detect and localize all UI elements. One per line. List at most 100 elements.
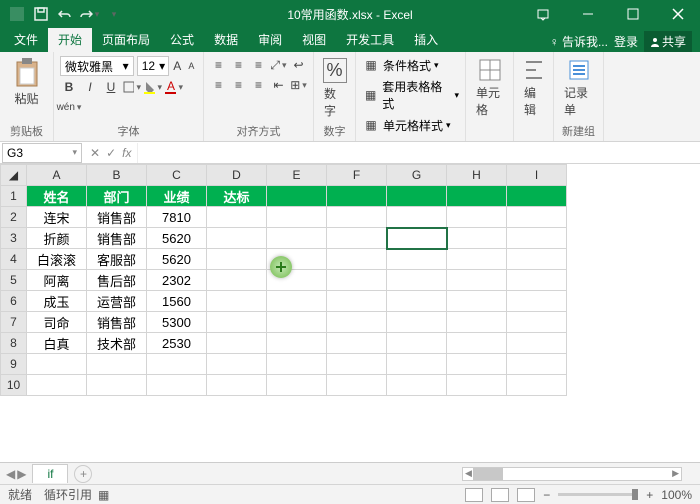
ribbon-options-icon[interactable] <box>520 0 565 28</box>
cells-icon <box>478 58 502 82</box>
minimize-button[interactable] <box>565 0 610 28</box>
row-header[interactable]: 3 <box>1 228 27 249</box>
cells-button[interactable]: 单元格 <box>472 56 507 120</box>
worksheet-grid[interactable]: ◢ ABCDEFGHI 1姓名部门业绩达标 2连宋销售部7810 3折颜销售部5… <box>0 164 700 462</box>
row-header[interactable]: 6 <box>1 291 27 312</box>
col-header-e[interactable]: E <box>267 165 327 186</box>
align-center-icon[interactable]: ≡ <box>230 76 247 94</box>
align-left-icon[interactable]: ≡ <box>210 76 227 94</box>
qat-customize-icon[interactable] <box>102 3 124 25</box>
zoom-slider[interactable] <box>558 493 638 496</box>
tab-file[interactable]: 文件 <box>4 27 48 52</box>
cell[interactable]: 业绩 <box>147 186 207 207</box>
undo-icon[interactable] <box>54 3 76 25</box>
new-sheet-button[interactable]: + <box>74 465 92 483</box>
view-normal-icon[interactable] <box>465 488 483 502</box>
cell[interactable]: 部门 <box>87 186 147 207</box>
border-button[interactable] <box>123 78 141 96</box>
cell[interactable]: 达标 <box>207 186 267 207</box>
tab-insert[interactable]: 插入 <box>404 27 448 52</box>
font-color-button[interactable]: A <box>165 78 183 96</box>
view-pagebreak-icon[interactable] <box>517 488 535 502</box>
row-header[interactable]: 4 <box>1 249 27 270</box>
align-right-icon[interactable]: ≡ <box>250 76 267 94</box>
fx-icon[interactable]: fx <box>122 146 131 160</box>
selected-cell[interactable] <box>387 228 447 249</box>
row-header[interactable]: 1 <box>1 186 27 207</box>
col-header-b[interactable]: B <box>87 165 147 186</box>
title-bar: 10常用函数.xlsx - Excel <box>0 0 700 28</box>
col-header-h[interactable]: H <box>447 165 507 186</box>
row-header[interactable]: 10 <box>1 375 27 396</box>
row-header[interactable]: 2 <box>1 207 27 228</box>
row-header[interactable]: 9 <box>1 354 27 375</box>
cancel-icon[interactable]: ✕ <box>90 146 100 160</box>
bold-button[interactable]: B <box>60 78 78 96</box>
row-header[interactable]: 8 <box>1 333 27 354</box>
italic-button[interactable]: I <box>81 78 99 96</box>
table-format-button[interactable]: ▦套用表格格式▾ <box>362 78 459 112</box>
maximize-button[interactable] <box>610 0 655 28</box>
row-header[interactable]: 5 <box>1 270 27 291</box>
align-top-icon[interactable]: ≡ <box>210 56 227 74</box>
zoom-level[interactable]: 100% <box>661 488 692 502</box>
share-button[interactable]: 共享 <box>644 31 692 52</box>
record-macro-icon[interactable]: ▦ <box>98 488 109 502</box>
edit-button[interactable]: 编辑 <box>520 56 547 120</box>
number-format-button[interactable]: % 数字 <box>320 56 349 121</box>
paste-button[interactable]: 粘贴 <box>6 56 47 109</box>
view-layout-icon[interactable] <box>491 488 509 502</box>
fill-color-button[interactable] <box>144 78 162 96</box>
align-group-label: 对齐方式 <box>210 121 307 139</box>
cond-format-icon: ▦ <box>362 56 380 74</box>
cell-styles-button[interactable]: ▦单元格样式▾ <box>362 116 459 134</box>
tab-data[interactable]: 数据 <box>204 27 248 52</box>
tab-formula[interactable]: 公式 <box>160 27 204 52</box>
zoom-out-button[interactable]: − <box>543 488 550 502</box>
tab-home[interactable]: 开始 <box>48 27 92 52</box>
sheet-tab[interactable]: if <box>32 464 68 483</box>
phonetic-button[interactable]: wén <box>60 98 78 116</box>
shrink-font-icon[interactable]: A <box>186 59 197 73</box>
horizontal-scrollbar[interactable]: ◀▶ <box>462 467 682 481</box>
align-bottom-icon[interactable]: ≡ <box>250 56 267 74</box>
grow-font-icon[interactable]: A <box>172 59 183 73</box>
col-header-i[interactable]: I <box>507 165 567 186</box>
col-header-c[interactable]: C <box>147 165 207 186</box>
col-header-g[interactable]: G <box>387 165 447 186</box>
font-size-select[interactable]: 12▾ <box>137 56 169 76</box>
tab-next-icon[interactable]: ▶ <box>17 467 26 481</box>
select-all-corner[interactable]: ◢ <box>1 165 27 186</box>
conditional-format-button[interactable]: ▦条件格式▾ <box>362 56 459 74</box>
underline-button[interactable]: U <box>102 78 120 96</box>
name-box[interactable]: G3▾ <box>2 143 82 163</box>
close-button[interactable] <box>655 0 700 28</box>
zoom-in-button[interactable]: + <box>646 488 653 502</box>
svg-text:A: A <box>167 80 175 93</box>
login-link[interactable]: 登录 <box>614 33 638 50</box>
tab-prev-icon[interactable]: ◀ <box>6 467 15 481</box>
wrap-text-icon[interactable]: ↩ <box>290 56 307 74</box>
tab-layout[interactable]: 页面布局 <box>92 27 160 52</box>
col-header-a[interactable]: A <box>27 165 87 186</box>
orientation-icon[interactable]: ⤢ <box>270 56 287 74</box>
tab-view[interactable]: 视图 <box>292 27 336 52</box>
save-icon[interactable] <box>30 3 52 25</box>
tell-me[interactable]: ♀ 告诉我... <box>550 33 608 50</box>
tab-review[interactable]: 审阅 <box>248 27 292 52</box>
redo-icon[interactable] <box>78 3 100 25</box>
percent-icon: % <box>323 58 347 83</box>
col-header-d[interactable]: D <box>207 165 267 186</box>
align-middle-icon[interactable]: ≡ <box>230 56 247 74</box>
tab-dev[interactable]: 开发工具 <box>336 27 404 52</box>
enter-icon[interactable]: ✓ <box>106 146 116 160</box>
cell[interactable]: 姓名 <box>27 186 87 207</box>
ribbon: 粘贴 剪贴板 微软雅黑▾ 12▾ A A B I U A wén 字体 <box>0 52 700 142</box>
col-header-f[interactable]: F <box>327 165 387 186</box>
font-name-select[interactable]: 微软雅黑▾ <box>60 56 134 76</box>
merge-button[interactable]: ⊞ <box>290 76 307 94</box>
indent-dec-icon[interactable]: ⇤ <box>270 76 287 94</box>
record-button[interactable]: 记录单 <box>560 56 597 120</box>
formula-input[interactable] <box>137 143 700 163</box>
row-header[interactable]: 7 <box>1 312 27 333</box>
